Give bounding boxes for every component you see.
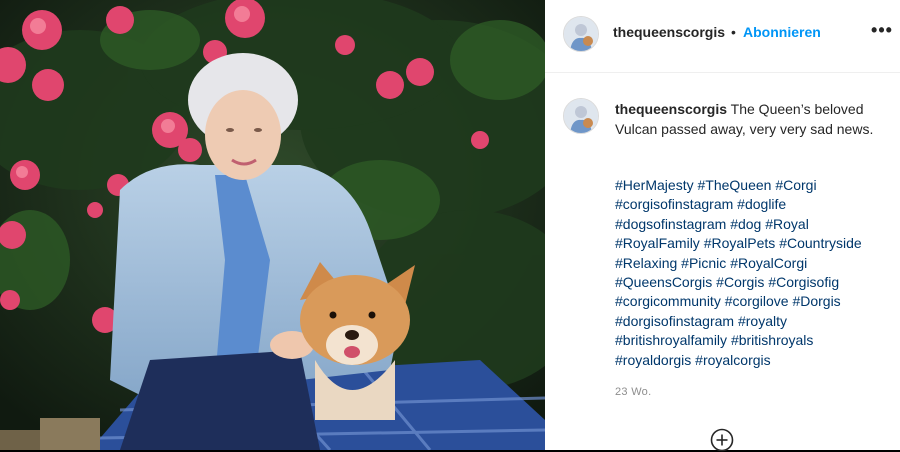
profile-photo-icon [564,99,598,133]
hashtag-link[interactable]: #Picnic [681,255,726,271]
post-timestamp[interactable]: 23 Wo. [615,386,651,398]
hashtag-link[interactable]: #corgicommunity [615,293,721,309]
hashtag-link[interactable]: #Corgis [716,274,764,290]
hashtag-link[interactable]: #corgisofinstagram [615,196,733,212]
hashtag-link[interactable]: #Corgi [775,177,816,193]
post-author-username[interactable]: thequeenscorgis [613,24,725,40]
instagram-post-view: thequeenscorgis • Abonnieren ••• thequee… [0,0,900,452]
hashtag-link[interactable]: #dogsofinstagram [615,216,726,232]
hashtag-link[interactable]: #britishroyalfamily [615,332,727,348]
post-image [0,0,545,450]
hashtag-list: #HerMajesty #TheQueen #Corgi #corgisofin… [615,176,885,370]
hashtag-link[interactable]: #britishroyals [731,332,813,348]
follow-button[interactable]: Abonnieren [743,24,821,40]
hashtag-link[interactable]: #Royal [765,216,809,232]
hashtag-link[interactable]: #Relaxing [615,255,677,271]
hashtag-link[interactable]: #royalty [738,313,787,329]
post-caption: thequeenscorgis The Queen’s beloved Vulc… [615,100,880,139]
hashtag-link[interactable]: #TheQueen [697,177,771,193]
post-side-panel: thequeenscorgis • Abonnieren ••• thequee… [545,0,900,452]
hashtag-link[interactable]: #royaldorgis [615,352,691,368]
hashtag-link[interactable]: #Corgisofig [768,274,839,290]
hashtag-link[interactable]: #Dorgis [792,293,840,309]
hashtag-link[interactable]: #corgilove [725,293,789,309]
more-options-icon[interactable]: ••• [870,20,894,40]
caption-username[interactable]: thequeenscorgis [615,101,727,117]
separator-dot: • [731,24,736,40]
post-photo[interactable] [0,0,545,450]
hashtag-link[interactable]: #QueensCorgis [615,274,712,290]
avatar[interactable] [563,16,599,52]
hashtag-link[interactable]: #HerMajesty [615,177,694,193]
hashtag-link[interactable]: #dog [730,216,761,232]
add-circle-icon[interactable] [710,428,734,452]
post-header: thequeenscorgis • Abonnieren ••• [545,0,900,73]
hashtag-link[interactable]: #RoyalPets [704,235,776,251]
caption-avatar[interactable] [563,98,599,134]
hashtag-link[interactable]: #Countryside [779,235,862,251]
hashtag-link[interactable]: #RoyalFamily [615,235,700,251]
hashtag-link[interactable]: #RoyalCorgi [730,255,807,271]
hashtag-link[interactable]: #royalcorgis [695,352,770,368]
hashtag-link[interactable]: #dorgisofinstagram [615,313,734,329]
hashtag-link[interactable]: #doglife [737,196,786,212]
profile-photo-icon [564,17,598,51]
